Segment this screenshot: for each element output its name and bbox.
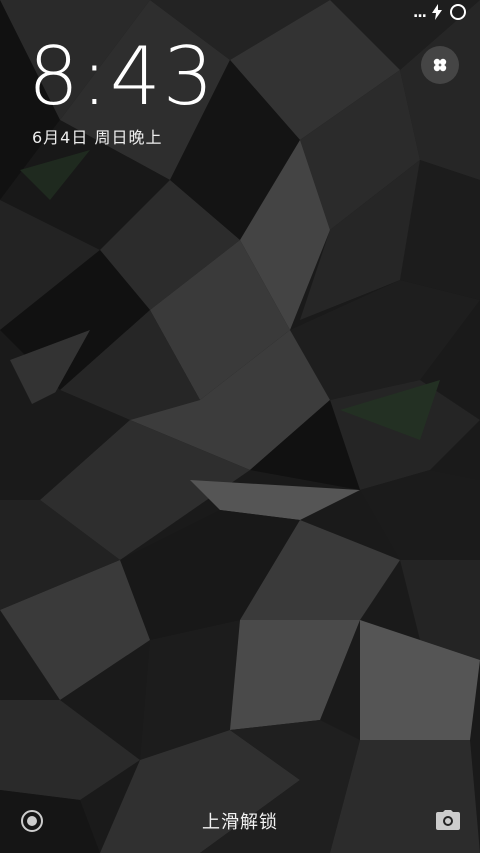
unlock-hint: 上滑解锁	[202, 812, 278, 833]
status-bar: ...	[0, 0, 480, 28]
battery-ring-icon	[450, 4, 466, 20]
bolt-icon	[432, 4, 442, 20]
lockscreen-time: 8:43	[28, 30, 216, 123]
lockscreen-date: 6月4日 周日晚上	[32, 128, 163, 147]
four-petal-icon	[433, 58, 447, 72]
camera-icon[interactable]	[436, 810, 460, 830]
quick-toggle-button[interactable]	[421, 46, 459, 84]
signal-dots: ...	[413, 5, 427, 21]
